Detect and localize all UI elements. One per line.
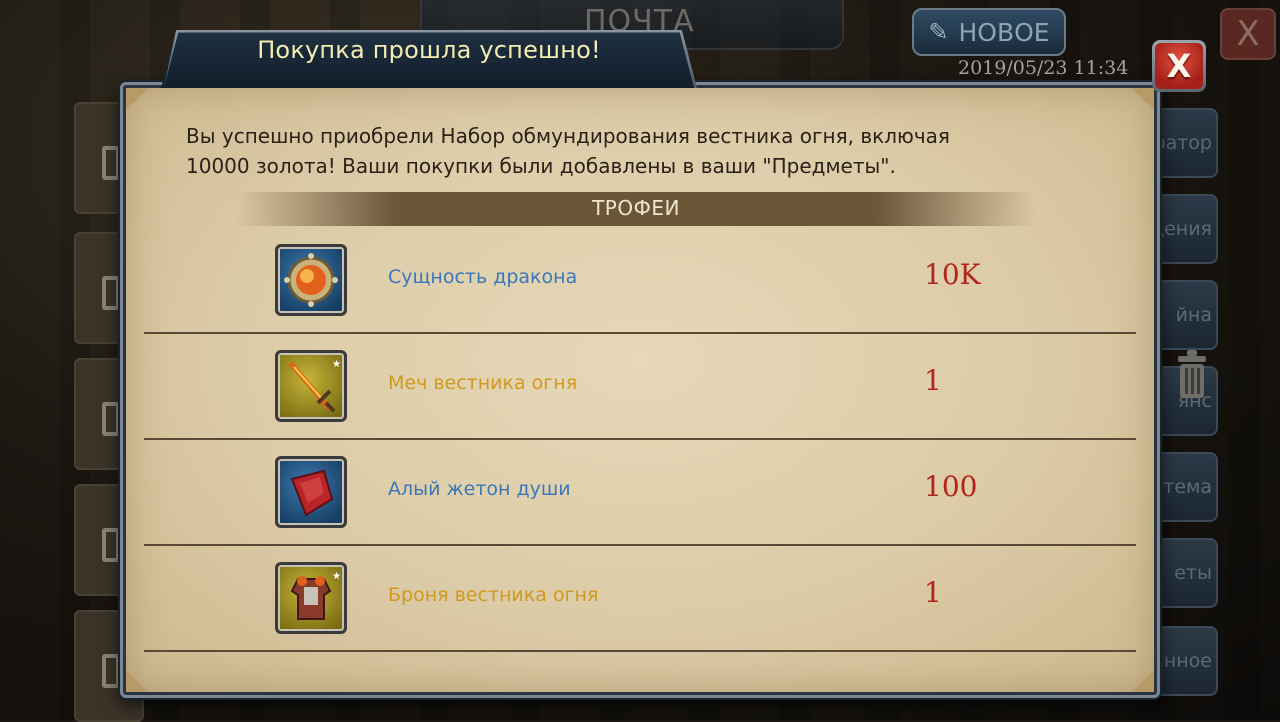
tab-messages[interactable]: щения [1160,194,1218,264]
reward-row: Сущность дракона 10K [144,228,1136,334]
row-divider [144,650,1136,652]
reward-row: ★ Броня вестника огня 1 [144,546,1136,652]
checkbox-icon [102,276,120,310]
trash-icon[interactable] [1172,346,1212,402]
svg-text:★: ★ [332,571,341,582]
reward-quantity: 1 [924,576,942,609]
mail-timestamp: 2019/05/23 11:34 [958,57,1129,79]
parchment-corner [1132,88,1154,110]
reward-name: Меч вестника огня [388,372,578,394]
tab-system[interactable]: тема [1160,452,1218,522]
checkbox-icon [102,402,120,436]
popup-close-button[interactable]: X [1152,40,1206,92]
tab-favorites[interactable]: анное [1160,626,1218,696]
reward-quantity: 100 [924,470,978,503]
reward-row: Алый жетон души 100 [144,440,1136,546]
close-icon: X [1155,43,1203,89]
purchase-message-line: 10000 золота! Ваши покупки были добавлен… [186,154,896,178]
fire-armor-icon[interactable]: ★ [275,562,347,634]
checkbox-icon [102,654,120,688]
parchment-corner [1132,670,1154,692]
fire-sword-icon[interactable]: ★ [275,350,347,422]
parchment-corner [126,88,148,110]
tab-reports[interactable]: еты [1160,538,1218,608]
new-mail-button[interactable]: ✎ НОВОЕ [912,8,1066,56]
crimson-soul-token-icon[interactable] [275,456,347,528]
new-mail-label: НОВОЕ [958,17,1050,47]
checkbox-icon [102,146,120,180]
dragon-essence-icon[interactable] [275,244,347,316]
reward-name: Алый жетон души [388,478,571,500]
svg-text:★: ★ [332,359,341,370]
parchment-corner [126,670,148,692]
reward-name: Броня вестника огня [388,584,599,606]
purchase-message: Вы успешно приобрели Набор обмундировани… [186,121,1086,181]
popup-title: Покупка прошла успешно! [257,36,601,64]
reward-quantity: 10K [924,258,981,291]
reward-row: ★ Меч вестника огня 1 [144,334,1136,440]
tab-war[interactable]: йна [1160,280,1218,350]
checkbox-icon [102,528,120,562]
purchase-message-line: Вы успешно приобрели Набор обмундировани… [186,124,950,148]
pencil-icon: ✎ [928,18,949,46]
reward-name: Сущность дракона [388,266,578,288]
trophies-header: ТРОФЕИ [592,196,680,220]
mail-close-button[interactable]: X [1220,8,1276,60]
reward-quantity: 1 [924,364,942,397]
tab-administrator[interactable]: ратор [1160,108,1218,178]
